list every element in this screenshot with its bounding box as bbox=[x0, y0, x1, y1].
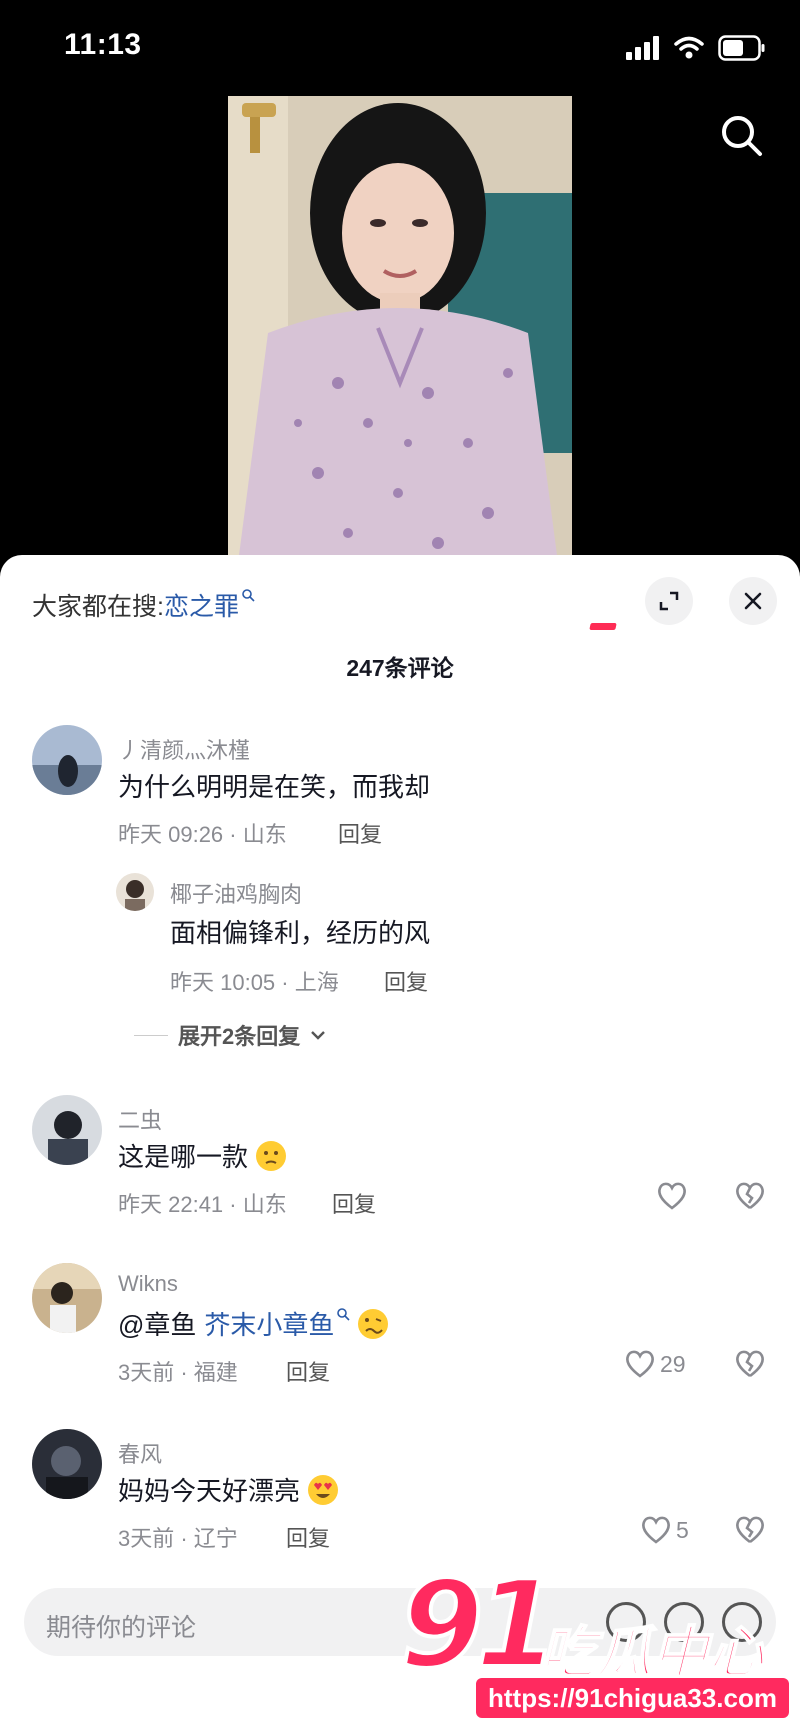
signal-icon bbox=[626, 36, 659, 60]
broken-heart-icon[interactable] bbox=[734, 1349, 766, 1379]
mention-link[interactable]: 芥末小章鱼 bbox=[204, 1305, 334, 1342]
like-count: 29 bbox=[660, 1350, 686, 1377]
reply-avatar[interactable] bbox=[116, 873, 154, 911]
search-small-icon bbox=[337, 1307, 350, 1321]
wifi-icon bbox=[674, 36, 704, 59]
status-bar: 11:13 bbox=[0, 0, 800, 96]
heart-eyes-icon bbox=[308, 1474, 339, 1505]
like-button[interactable]: 29 bbox=[624, 1349, 686, 1379]
reply-button[interactable]: 回复 bbox=[286, 1521, 330, 1553]
video-frame[interactable] bbox=[228, 93, 572, 563]
reply-button[interactable]: 回复 bbox=[332, 1187, 376, 1219]
comment-meta: 昨天 09:26 · 山东 bbox=[118, 822, 287, 847]
close-button[interactable] bbox=[729, 577, 777, 625]
reply-username[interactable]: 椰子油鸡胸肉 bbox=[170, 877, 302, 909]
woozy-face-icon bbox=[358, 1308, 389, 1339]
avatar[interactable] bbox=[32, 1263, 102, 1333]
avatar-image bbox=[32, 1429, 102, 1499]
status-time: 11:13 bbox=[64, 28, 142, 61]
avatar-image bbox=[32, 725, 102, 795]
avatar[interactable] bbox=[32, 1095, 102, 1165]
comment-meta: 3天前 · 辽宁 bbox=[118, 1526, 238, 1551]
expand-button[interactable] bbox=[645, 577, 693, 625]
like-button[interactable]: 5 bbox=[640, 1515, 689, 1545]
status-icons bbox=[626, 34, 766, 62]
heart-icon bbox=[626, 1350, 654, 1378]
comment-text-content: 妈妈今天好漂亮 bbox=[118, 1476, 301, 1506]
heart-icon bbox=[658, 1182, 686, 1210]
at-icon[interactable] bbox=[664, 1602, 704, 1642]
avatar-image bbox=[32, 1095, 102, 1165]
comment-username[interactable]: 二虫 bbox=[118, 1103, 162, 1135]
comment-input-placeholder: 期待你的评论 bbox=[46, 1614, 197, 1642]
emoji-icon[interactable] bbox=[722, 1602, 762, 1642]
avatar[interactable] bbox=[32, 1429, 102, 1499]
battery-icon bbox=[718, 35, 765, 61]
comment-count: 247条评论 bbox=[346, 655, 454, 681]
like-button[interactable] bbox=[656, 1181, 692, 1211]
image-icon[interactable] bbox=[606, 1602, 646, 1642]
accent-mark bbox=[589, 623, 617, 630]
comment-text-content: 这是哪一款 bbox=[118, 1142, 249, 1172]
video-thumbnail bbox=[228, 93, 572, 563]
comments-sheet: 大家都在搜: 恋之罪 247条评论 丿清颜灬沐槿 为什么明明是在笑，而我却 昨天… bbox=[0, 555, 800, 1732]
comment-text: 妈妈今天好漂亮 bbox=[118, 1471, 340, 1508]
reply-button[interactable]: 回复 bbox=[338, 817, 382, 849]
expand-replies-label: 展开2条回复 bbox=[178, 1024, 301, 1049]
like-count: 5 bbox=[676, 1516, 689, 1543]
divider bbox=[134, 1034, 168, 1036]
trending-search[interactable]: 大家都在搜: 恋之罪 bbox=[32, 587, 255, 623]
chevron-down-icon bbox=[311, 1031, 326, 1040]
search-icon[interactable] bbox=[718, 112, 766, 160]
broken-heart-icon[interactable] bbox=[734, 1515, 766, 1545]
comment-username[interactable]: 丿清颜灬沐槿 bbox=[118, 733, 250, 765]
comment-text: 为什么明明是在笑，而我却 bbox=[118, 772, 431, 802]
comment-username[interactable]: 春风 bbox=[118, 1437, 162, 1469]
comment-text-prefix: @章鱼 bbox=[118, 1310, 197, 1340]
trending-label: 大家都在搜: bbox=[32, 593, 164, 621]
reply-button[interactable]: 回复 bbox=[286, 1355, 330, 1387]
search-small-icon bbox=[242, 589, 255, 602]
avatar-image bbox=[32, 1263, 102, 1333]
avatar[interactable] bbox=[32, 725, 102, 795]
expand-replies[interactable]: 展开2条回复 bbox=[134, 1019, 326, 1051]
comment-meta: 昨天 22:41 · 山东 bbox=[118, 1192, 287, 1217]
thinking-face-icon bbox=[256, 1140, 287, 1171]
reply-text: 面相偏锋利，经历的风 bbox=[170, 918, 431, 948]
comment-input[interactable]: 期待你的评论 bbox=[24, 1588, 776, 1656]
trending-keyword[interactable]: 恋之罪 bbox=[164, 587, 239, 623]
input-icons bbox=[606, 1602, 762, 1642]
comment-username[interactable]: Wikns bbox=[118, 1271, 178, 1297]
heart-icon bbox=[642, 1516, 670, 1544]
close-icon bbox=[744, 592, 762, 610]
avatar-image bbox=[116, 873, 154, 911]
reply-meta: 昨天 10:05 · 上海 bbox=[170, 970, 339, 995]
comment-meta: 3天前 · 福建 bbox=[118, 1360, 238, 1385]
comment-text: 这是哪一款 bbox=[118, 1137, 288, 1174]
reply-button[interactable]: 回复 bbox=[384, 965, 428, 997]
comment-text: @章鱼 芥末小章鱼 bbox=[118, 1305, 390, 1342]
broken-heart-icon[interactable] bbox=[734, 1181, 766, 1211]
expand-icon bbox=[659, 591, 679, 611]
